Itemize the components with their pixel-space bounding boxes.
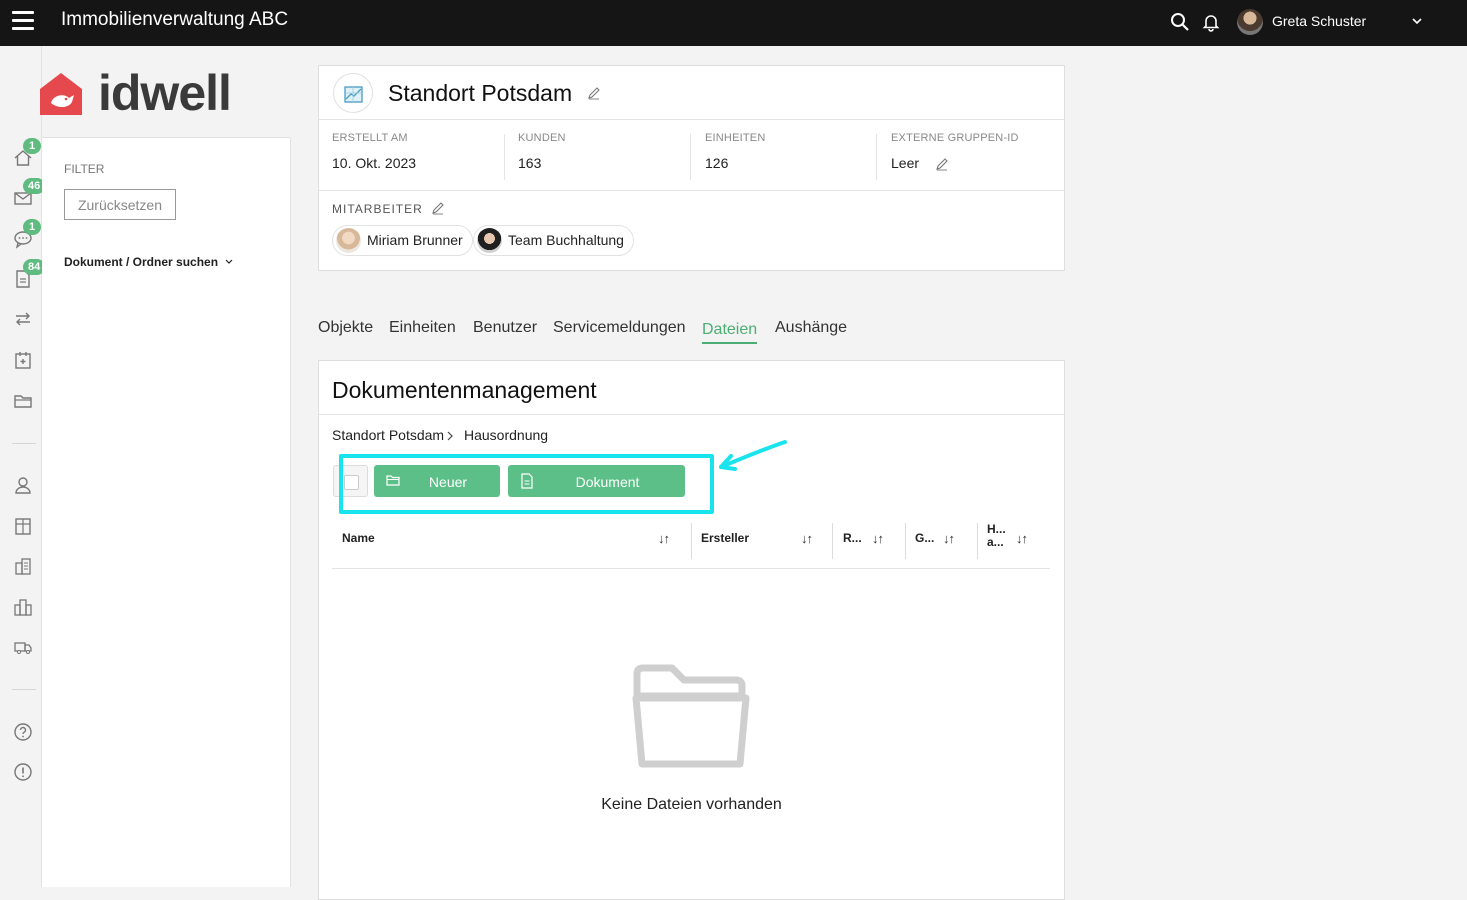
staff-name: Miriam Brunner	[367, 232, 463, 248]
column-g[interactable]: G... ↓↑	[906, 511, 977, 569]
avatar	[336, 228, 361, 253]
search-filter-label: Dokument / Ordner suchen	[64, 255, 219, 269]
stat-divider	[690, 134, 691, 180]
edit-group-id-icon[interactable]	[935, 157, 949, 171]
chevron-down-icon	[225, 259, 233, 264]
building-plan-icon	[344, 86, 363, 103]
tab-benutzer[interactable]: Benutzer	[473, 319, 537, 337]
tab-dateien[interactable]: Dateien	[702, 321, 758, 344]
stat-customers: KUNDEN 163	[518, 132, 566, 171]
sort-icon[interactable]: ↓↑	[801, 531, 813, 546]
logo-house-icon	[40, 73, 82, 115]
staff-label: MITARBEITER	[332, 202, 423, 216]
stat-label: ERSTELLT AM	[332, 132, 408, 144]
bell-icon[interactable]	[1201, 12, 1221, 32]
annotation-arrow-icon	[719, 440, 787, 471]
calendar-icon[interactable]	[13, 350, 33, 370]
search-icon[interactable]	[1170, 12, 1190, 32]
help-icon[interactable]	[13, 722, 33, 742]
stat-label: EXTERNE GRUPPEN-ID	[891, 132, 1019, 144]
column-label: Ersteller	[701, 531, 750, 545]
menu-icon[interactable]	[12, 11, 34, 31]
stat-value: 126	[705, 155, 729, 171]
chevron-down-icon[interactable]	[1410, 14, 1424, 28]
column-h[interactable]: H... a... ↓↑	[978, 511, 1050, 569]
column-label: G...	[915, 531, 935, 545]
tab-objekte[interactable]: Objekte	[318, 319, 373, 337]
sort-icon[interactable]: ↓↑	[943, 531, 955, 546]
folder-icon[interactable]	[13, 391, 33, 411]
stat-value: 10. Okt. 2023	[332, 155, 417, 171]
user-icon[interactable]	[13, 475, 33, 495]
section-divider	[319, 414, 1064, 415]
avatar	[477, 228, 502, 253]
user-name[interactable]: Greta Schuster	[1272, 13, 1366, 29]
edit-title-icon[interactable]	[587, 86, 601, 100]
header-divider	[319, 190, 1064, 191]
header-divider	[319, 119, 1064, 120]
column-ersteller[interactable]: Ersteller ↓↑	[692, 511, 832, 569]
stat-external-group-id: EXTERNE GRUPPEN-ID Leer	[891, 132, 1019, 171]
stat-label: KUNDEN	[518, 132, 566, 144]
user-avatar[interactable]	[1237, 9, 1263, 35]
logo-text: idwell	[98, 65, 232, 121]
column-label: R...	[843, 531, 862, 545]
filter-label: FILTER	[64, 162, 105, 176]
logo-area: idwell	[40, 46, 290, 138]
stat-label: EINHEITEN	[705, 132, 766, 144]
stat-value: 163	[518, 155, 542, 171]
staff-chip[interactable]: Team Buchhaltung	[473, 225, 634, 256]
search-filter-toggle[interactable]: Dokument / Ordner suchen	[64, 255, 234, 269]
transfer-icon[interactable]	[13, 309, 33, 329]
column-r[interactable]: R... ↓↑	[833, 511, 905, 569]
stat-units: EINHEITEN 126	[705, 132, 765, 171]
app-title: Immobilienverwaltung ABC	[61, 9, 289, 30]
property-title: Standort Potsdam	[388, 80, 573, 106]
truck-icon[interactable]	[13, 637, 33, 657]
edit-staff-icon[interactable]	[431, 201, 445, 215]
tab-einheiten[interactable]: Einheiten	[389, 319, 456, 337]
sort-icon[interactable]: ↓↑	[872, 531, 884, 546]
sort-icon[interactable]: ↓↑	[658, 531, 670, 546]
property-header-card: Standort Potsdam ERSTELLT AM 10. Okt. 20…	[318, 65, 1065, 271]
door-icon[interactable]	[13, 516, 33, 536]
breadcrumb-current: Hausordnung	[464, 427, 549, 443]
icon-rail: 1 46 1 84	[4, 46, 46, 887]
highlight-frame	[339, 454, 714, 514]
column-label: Name	[342, 531, 375, 545]
top-bar: Immobilienverwaltung ABC Greta Schuster	[0, 0, 1467, 46]
column-label: H... a...	[987, 522, 1006, 549]
home-badge: 1	[23, 138, 41, 154]
breadcrumb-root[interactable]: Standort Potsdam	[332, 427, 444, 443]
building-icon[interactable]	[13, 556, 33, 576]
rail-divider	[12, 689, 36, 690]
stat-created: ERSTELLT AM 10. Okt. 2023	[332, 132, 416, 171]
empty-state-text: Keine Dateien vorhanden	[601, 796, 782, 813]
rail-divider	[12, 443, 36, 444]
stat-value: Leer	[891, 155, 920, 171]
table-header: Name ↓↑ Ersteller ↓↑ R... ↓↑ G... ↓↑ H..…	[332, 511, 1050, 569]
stat-divider	[876, 134, 877, 180]
staff-chip[interactable]: Miriam Brunner	[332, 225, 473, 256]
section-title: Dokumentenmanagement	[332, 377, 597, 403]
staff-name: Team Buchhaltung	[508, 232, 624, 248]
tab-aushaenge[interactable]: Aushänge	[775, 319, 847, 337]
reset-button[interactable]: Zurücksetzen	[64, 189, 176, 220]
document-management-card: Dokumentenmanagement Standort Potsdam Ha…	[318, 360, 1065, 900]
info-icon[interactable]	[13, 762, 33, 782]
filter-panel: FILTER Zurücksetzen Dokument / Ordner su…	[42, 138, 291, 887]
buildings-icon[interactable]	[13, 597, 33, 617]
chat-badge: 1	[23, 219, 41, 235]
stat-divider	[504, 134, 505, 180]
empty-folder-icon	[632, 664, 750, 768]
property-avatar	[333, 73, 373, 113]
column-name[interactable]: Name ↓↑	[332, 511, 691, 569]
sort-icon[interactable]: ↓↑	[1016, 531, 1028, 546]
chevron-right-icon	[447, 431, 453, 441]
tab-servicemeldungen[interactable]: Servicemeldungen	[553, 319, 686, 337]
